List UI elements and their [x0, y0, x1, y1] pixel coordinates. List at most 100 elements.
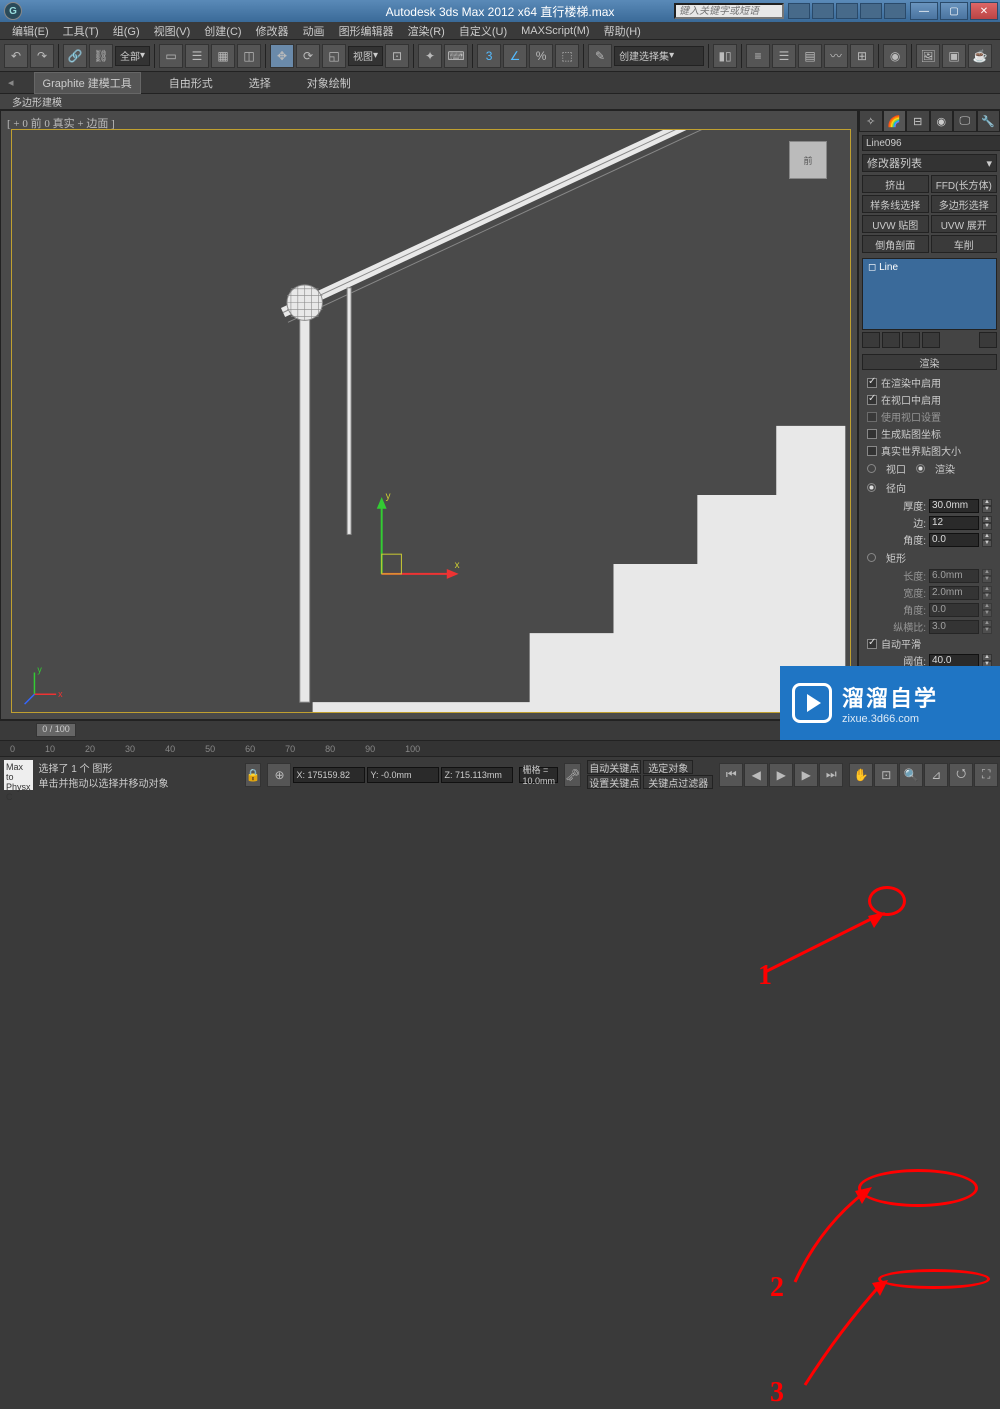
modifier-stack[interactable]: Line	[862, 258, 997, 330]
signin-icon[interactable]	[836, 3, 858, 19]
align-icon[interactable]: ≡	[746, 44, 770, 68]
link-icon[interactable]: 🔗	[63, 44, 87, 68]
percent-snap-icon[interactable]: %	[529, 44, 553, 68]
zoom-icon[interactable]: 🔍	[899, 763, 923, 787]
chk-enable-in-renderer[interactable]	[867, 378, 877, 388]
coord-x-input[interactable]: X: 175159.82	[293, 767, 365, 783]
close-button[interactable]: ✕	[970, 2, 998, 20]
app-icon[interactable]: G	[4, 2, 22, 20]
keyboard-shortcut-icon[interactable]: ⌨	[444, 44, 468, 68]
tab-motion-icon[interactable]: ◉	[930, 110, 954, 132]
menu-create[interactable]: 创建(C)	[198, 23, 247, 39]
remove-modifier-icon[interactable]	[922, 332, 940, 348]
spinner-sides[interactable]: 12	[929, 516, 979, 530]
rollout-rendering[interactable]: 渲染	[862, 354, 997, 370]
select-icon[interactable]: ▭	[159, 44, 183, 68]
chk-enable-in-viewport[interactable]	[867, 395, 877, 405]
menu-rendering[interactable]: 渲染(R)	[402, 23, 451, 39]
info-center-icon[interactable]	[788, 3, 810, 19]
viewport[interactable]: [ + 0 前 0 真实 + 边面 ]	[0, 110, 858, 720]
spinner-snap-icon[interactable]: ⬚	[555, 44, 579, 68]
help-search-input[interactable]	[674, 3, 784, 19]
minimize-button[interactable]: —	[910, 2, 938, 20]
menu-group[interactable]: 组(G)	[107, 23, 146, 39]
goto-end-icon[interactable]: ⏭	[819, 763, 843, 787]
ribbon-tab-object-paint[interactable]: 对象绘制	[299, 73, 359, 93]
schematic-view-icon[interactable]: ⊞	[850, 44, 874, 68]
coord-z-input[interactable]: Z: 715.113mm	[441, 767, 513, 783]
chk-generate-mapping[interactable]	[867, 429, 877, 439]
render-production-icon[interactable]: ☕	[968, 44, 992, 68]
fov-icon[interactable]: ⊿	[924, 763, 948, 787]
isolate-icon[interactable]: 🗝	[564, 763, 581, 787]
play-icon[interactable]: ▶	[769, 763, 793, 787]
menu-views[interactable]: 视图(V)	[148, 23, 197, 39]
mod-btn-extrude[interactable]: 挤出	[862, 175, 929, 193]
thickness-down-icon[interactable]: ▼	[982, 506, 992, 513]
maxscript-listener[interactable]: Max to Physx C	[4, 760, 33, 790]
exchange-icon[interactable]	[860, 3, 882, 19]
thickness-up-icon[interactable]: ▲	[982, 499, 992, 506]
snap-toggle-icon[interactable]: 3	[477, 44, 501, 68]
angle-snap-icon[interactable]: ∠	[503, 44, 527, 68]
orbit-icon[interactable]: ⭯	[949, 763, 973, 787]
object-name-input[interactable]	[862, 135, 1000, 151]
tab-hierarchy-icon[interactable]: ⊟	[906, 110, 930, 132]
menu-edit[interactable]: 编辑(E)	[6, 23, 55, 39]
material-editor-icon[interactable]: ◉	[883, 44, 907, 68]
maximize-viewport-icon[interactable]: ⛶	[974, 763, 998, 787]
pin-stack-icon[interactable]	[862, 332, 880, 348]
named-selection-dropdown[interactable]: 创建选择集 ▾	[614, 46, 704, 66]
ref-coord-dropdown[interactable]: 视图 ▾	[348, 46, 383, 66]
radio-renderer[interactable]	[916, 464, 925, 473]
select-name-icon[interactable]: ☰	[185, 44, 209, 68]
window-crossing-icon[interactable]: ◫	[237, 44, 261, 68]
menu-help[interactable]: 帮助(H)	[598, 23, 647, 39]
lock-selection-icon[interactable]: 🔒	[245, 763, 262, 787]
viewcube[interactable]: 前	[789, 141, 827, 179]
key-filters-button[interactable]: 关键点过滤器	[643, 775, 713, 789]
pan-view-icon[interactable]: ✋	[849, 763, 873, 787]
radio-radial[interactable]	[867, 483, 876, 492]
move-icon[interactable]: ✥	[270, 44, 294, 68]
menu-maxscript[interactable]: MAXScript(M)	[515, 25, 595, 37]
redo-icon[interactable]: ↷	[30, 44, 54, 68]
mod-btn-spline-select[interactable]: 样条线选择	[862, 195, 929, 213]
auto-key-button[interactable]: 自动关键点	[587, 760, 641, 774]
chk-use-viewport-settings[interactable]	[867, 412, 877, 422]
radio-viewport[interactable]	[867, 464, 876, 473]
menu-modifiers[interactable]: 修改器	[250, 23, 295, 39]
transform-type-in-icon[interactable]: ⊕	[267, 763, 291, 787]
select-region-icon[interactable]: ▦	[211, 44, 235, 68]
layer-manager-icon[interactable]: ☰	[772, 44, 796, 68]
ribbon-tab-selection[interactable]: 选择	[241, 73, 279, 93]
menu-customize[interactable]: 自定义(U)	[453, 23, 513, 39]
track-bar[interactable]: 0102030405060708090100	[0, 740, 1000, 756]
key-target-dropdown[interactable]: 选定对象	[643, 760, 693, 774]
edit-named-sel-icon[interactable]: ✎	[588, 44, 612, 68]
mod-btn-poly-select[interactable]: 多边形选择	[931, 195, 998, 213]
rotate-icon[interactable]: ⟳	[296, 44, 320, 68]
set-key-button[interactable]: 设置关键点	[587, 775, 641, 789]
spinner-angle[interactable]: 0.0	[929, 533, 979, 547]
scale-icon[interactable]: ◱	[322, 44, 346, 68]
chk-real-world-map[interactable]	[867, 446, 877, 456]
mod-btn-ffd[interactable]: FFD(长方体)	[931, 175, 998, 193]
zoom-extents-icon[interactable]: ⊡	[874, 763, 898, 787]
make-unique-icon[interactable]	[902, 332, 920, 348]
tab-modify-icon[interactable]: 🌈	[883, 110, 907, 132]
ribbon-toggle-icon[interactable]: ▤	[798, 44, 822, 68]
pivot-icon[interactable]: ⊡	[385, 44, 409, 68]
next-frame-icon[interactable]: ▶	[794, 763, 818, 787]
selection-filter-dropdown[interactable]: 全部 ▾	[115, 46, 150, 66]
goto-start-icon[interactable]: ⏮	[719, 763, 743, 787]
radio-rectangular[interactable]	[867, 553, 876, 562]
undo-icon[interactable]: ↶	[4, 44, 28, 68]
mod-btn-uvw-map[interactable]: UVW 贴图	[862, 215, 929, 233]
coord-y-input[interactable]: Y: -0.0mm	[367, 767, 439, 783]
show-end-result-icon[interactable]	[882, 332, 900, 348]
maximize-button[interactable]: ▢	[940, 2, 968, 20]
help-icon[interactable]	[884, 3, 906, 19]
tab-create-icon[interactable]: ✧	[859, 110, 883, 132]
mod-btn-uvw-unwrap[interactable]: UVW 展开	[931, 215, 998, 233]
